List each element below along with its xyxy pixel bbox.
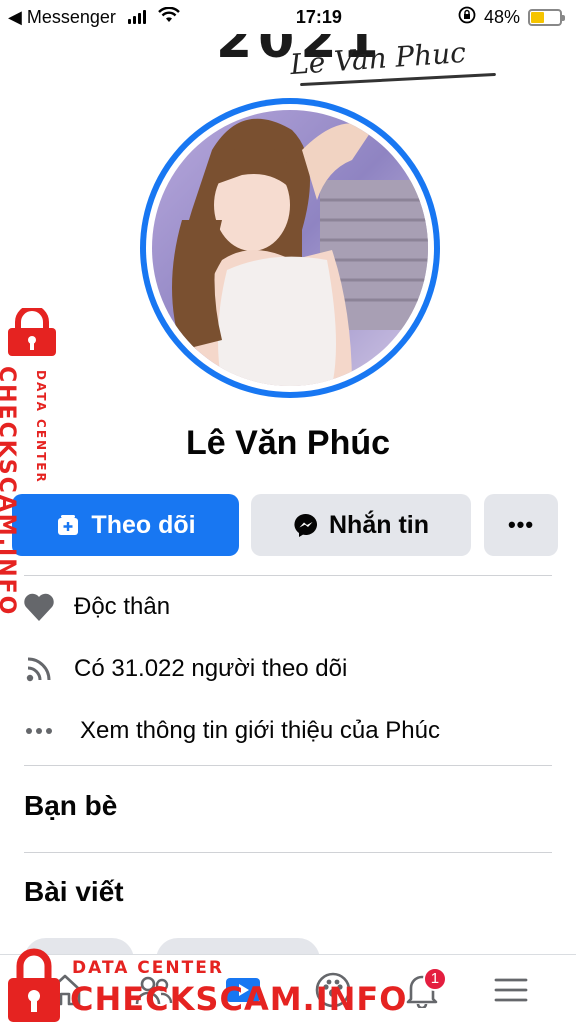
back-to-app-link[interactable]: ◀ Messenger [8, 7, 116, 28]
see-about-text: Xem thông tin giới thiệu của Phúc [80, 717, 440, 744]
watermark-lock-icon [8, 308, 56, 356]
followers-text: Có 31.022 người theo dõi [74, 655, 348, 682]
battery-fill [531, 11, 545, 23]
avatar-photo [152, 110, 428, 386]
relationship-text: Độc thân [74, 593, 171, 620]
watermark-vertical: CHECKSCAM.INFO DATA CENTER [0, 308, 62, 616]
battery-icon [528, 8, 565, 26]
watermark-bottom-small-text: DATA CENTER [72, 958, 224, 978]
avatar-inner [146, 104, 434, 392]
status-bar: ◀ Messenger 17:19 48% [0, 0, 576, 34]
watermark-small-text: DATA CENTER [34, 370, 48, 484]
profile-name: Lê Văn Phúc [185, 424, 391, 462]
nav-menu[interactable] [486, 965, 536, 1015]
message-label: Nhắn tin [329, 510, 429, 539]
ellipsis-icon [22, 714, 56, 748]
messenger-icon [293, 512, 319, 538]
rss-followers-icon [22, 652, 56, 686]
status-time: 17:19 [295, 6, 342, 27]
status-left: ◀ Messenger [8, 6, 180, 28]
cellular-signal-icon [127, 10, 146, 24]
see-about-row[interactable]: Xem thông tin giới thiệu của Phúc [22, 714, 440, 748]
watermark-bottom-lock-icon [8, 948, 60, 1022]
follow-label: Theo dõi [91, 510, 196, 539]
posts-section-title: Bài viết [24, 876, 124, 907]
cover-photo[interactable]: 2021 Le Van Phuc [0, 34, 576, 94]
notification-badge: 1 [422, 966, 447, 991]
friends-section-title[interactable]: Bạn bè [24, 790, 117, 822]
followers-row: Có 31.022 người theo dõi [22, 652, 347, 686]
divider [24, 852, 552, 853]
avatar [152, 110, 428, 386]
battery-percent: 48% [483, 6, 520, 27]
profile-picture[interactable] [140, 98, 440, 398]
menu-icon [494, 978, 528, 1001]
watermark-bottom-big-text: CHECKSCAM.INFO [70, 980, 408, 1018]
status-right: 48% [458, 6, 565, 29]
message-button[interactable]: Nhắn tin [251, 494, 471, 556]
more-options-button[interactable]: ••• [484, 494, 558, 556]
divider [24, 575, 552, 576]
wifi-icon [158, 6, 180, 28]
orientation-lock-icon [458, 6, 476, 29]
watermark-big-text: CHECKSCAM.INFO [0, 366, 19, 617]
divider [24, 765, 552, 766]
